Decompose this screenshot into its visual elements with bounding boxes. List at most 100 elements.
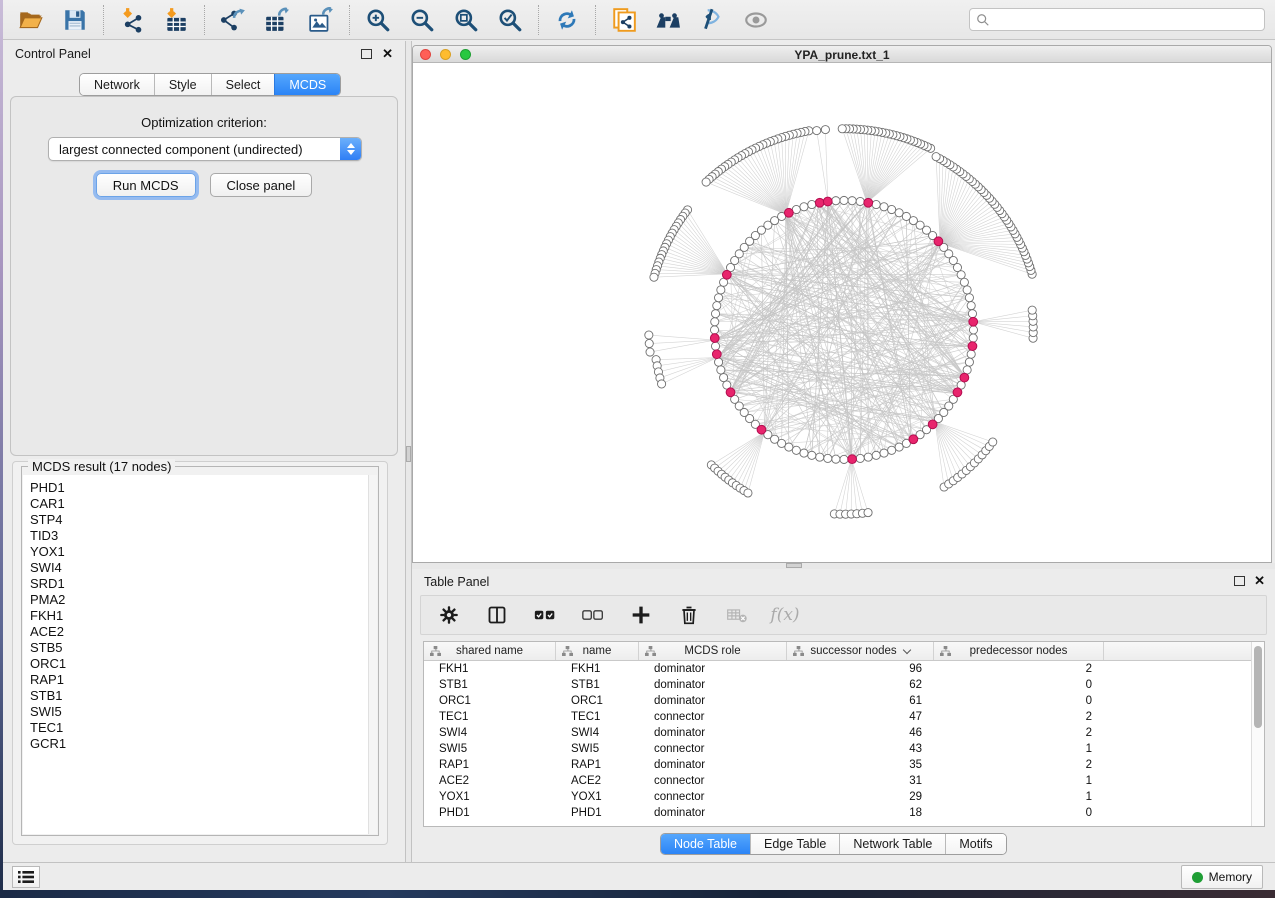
result-node-item[interactable]: FKH1 [23,608,377,624]
result-node-item[interactable]: PMA2 [23,592,377,608]
mcds-node[interactable] [960,373,969,382]
result-node-item[interactable]: SWI5 [23,704,377,720]
run-mcds-button[interactable]: Run MCDS [96,173,196,197]
network-node[interactable] [824,454,832,462]
mcds-node[interactable] [864,198,873,207]
mcds-node[interactable] [757,425,766,434]
export-network-icon[interactable] [219,6,247,34]
network-node[interactable] [957,271,965,279]
refresh-icon[interactable] [553,6,581,34]
network-node[interactable] [821,126,829,134]
save-icon[interactable] [61,6,89,34]
network-node[interactable] [872,200,880,208]
network-node[interactable] [713,302,721,310]
mcds-node[interactable] [934,237,943,246]
horizontal-splitter-handle[interactable] [786,563,802,568]
network-node[interactable] [658,380,666,388]
result-node-item[interactable]: SWI4 [23,560,377,576]
network-node[interactable] [856,197,864,205]
network-node[interactable] [856,454,864,462]
network-window-titlebar[interactable]: YPA_prune.txt_1 [413,46,1271,63]
table-row[interactable]: YOX1YOX1connector291 [424,789,1251,805]
network-node[interactable] [744,489,752,497]
network-node[interactable] [1028,306,1036,314]
criterion-select[interactable]: largest connected component (undirected) [48,137,362,161]
network-node[interactable] [650,273,658,281]
zoom-in-icon[interactable] [364,6,392,34]
network-node[interactable] [711,342,719,350]
network-node[interactable] [932,153,940,161]
table-settings-gear-icon[interactable] [437,603,461,627]
table-scrollbar[interactable] [1251,642,1264,826]
search-input[interactable] [995,13,1258,27]
mcds-node[interactable] [726,388,735,397]
network-node[interactable] [864,509,872,517]
show-columns-icon[interactable] [485,603,509,627]
table-float-icon[interactable] [1234,576,1245,586]
network-node[interactable] [808,451,816,459]
network-node[interactable] [848,197,856,205]
table-row[interactable]: ORC1ORC1dominator610 [424,693,1251,709]
vertical-splitter[interactable] [405,41,412,862]
zoom-fit-icon[interactable] [452,6,480,34]
import-network-icon[interactable] [118,6,146,34]
mcds-node[interactable] [784,208,793,217]
mcds-node[interactable] [928,420,937,429]
search-box[interactable] [969,8,1265,31]
mcds-node[interactable] [953,388,962,397]
network-node[interactable] [711,310,719,318]
result-list-scrollbar[interactable] [368,475,377,834]
network-node[interactable] [965,294,973,302]
mcds-node[interactable] [969,317,978,326]
hide-details-icon[interactable] [698,6,726,34]
result-node-item[interactable]: RAP1 [23,672,377,688]
network-node[interactable] [710,326,718,334]
table-row[interactable]: PHD1PHD1dominator180 [424,805,1251,821]
vertical-splitter-handle[interactable] [406,446,411,462]
network-node[interactable] [967,302,975,310]
table-row[interactable]: RAP1RAP1dominator352 [424,757,1251,773]
result-node-item[interactable]: ORC1 [23,656,377,672]
float-panel-icon[interactable] [361,49,372,59]
binoculars-icon[interactable] [654,6,682,34]
table-row[interactable]: FKH1FKH1dominator962 [424,661,1251,677]
table-row[interactable]: SWI5SWI5connector431 [424,741,1251,757]
share-document-icon[interactable] [610,6,638,34]
tab-style[interactable]: Style [154,74,211,95]
network-node[interactable] [969,326,977,334]
network-node[interactable] [840,455,848,463]
close-panel-icon[interactable]: ✕ [382,47,393,60]
import-table-icon[interactable] [162,6,190,34]
column-header-name[interactable]: name [556,642,639,660]
network-node[interactable] [714,358,722,366]
tab-node-table[interactable]: Node Table [661,834,750,854]
table-row[interactable]: SWI4SWI4dominator462 [424,725,1251,741]
column-header-predecessor-nodes[interactable]: predecessor nodes [934,642,1104,660]
network-node[interactable] [880,203,888,211]
column-header-successor-nodes[interactable]: successor nodes [787,642,934,660]
network-graph[interactable] [413,64,1271,562]
network-node[interactable] [646,348,654,356]
export-image-icon[interactable] [307,6,335,34]
mcds-node[interactable] [722,270,731,279]
network-node[interactable] [880,449,888,457]
network-node[interactable] [864,453,872,461]
network-node[interactable] [989,438,997,446]
result-node-item[interactable]: STB5 [23,640,377,656]
result-node-item[interactable]: SRD1 [23,576,377,592]
tab-mcds[interactable]: MCDS [274,74,340,95]
tab-edge-table[interactable]: Edge Table [750,834,839,854]
mcds-node[interactable] [968,342,977,351]
result-node-item[interactable]: YOX1 [23,544,377,560]
result-node-item[interactable]: ACE2 [23,624,377,640]
column-header-shared-name[interactable]: shared name [424,642,556,660]
network-node[interactable] [832,197,840,205]
table-row[interactable]: ACE2ACE2connector311 [424,773,1251,789]
select-all-icon[interactable] [533,603,557,627]
task-history-button[interactable] [12,866,40,888]
network-node[interactable] [963,286,971,294]
network-node[interactable] [645,339,653,347]
network-node[interactable] [832,455,840,463]
mcds-node[interactable] [848,455,857,464]
network-node[interactable] [717,366,725,374]
